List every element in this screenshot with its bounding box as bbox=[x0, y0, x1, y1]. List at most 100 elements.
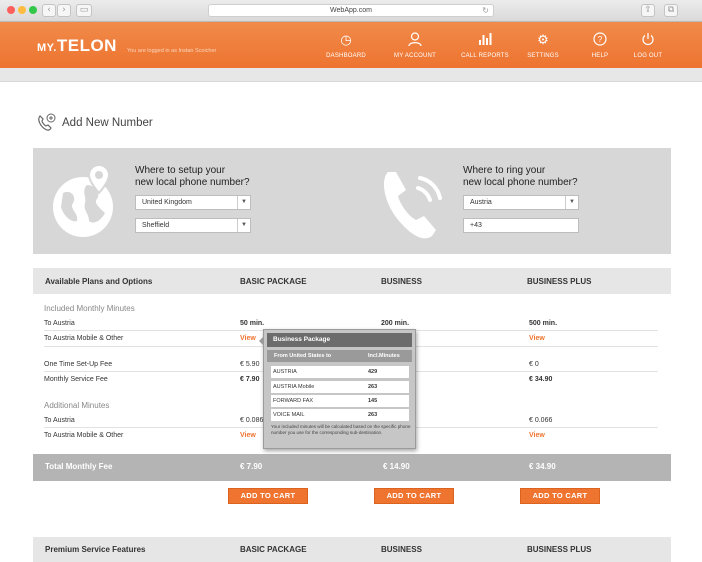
svg-text:?: ? bbox=[598, 35, 603, 44]
nav-label: SETTINGS bbox=[527, 53, 559, 59]
phone-add-icon bbox=[35, 112, 57, 134]
popover-row: VOICE MAIL 263 bbox=[271, 409, 409, 421]
nav-label: LOG OUT bbox=[633, 53, 663, 59]
row-label-add-to-austria: To Austria bbox=[44, 417, 75, 424]
plus-add-to-cart-button[interactable]: ADD TO CART bbox=[520, 488, 600, 504]
dashboard-icon: ◷ bbox=[340, 33, 352, 48]
total-bar bbox=[33, 454, 671, 481]
chevron-down-icon: ▼ bbox=[237, 219, 250, 232]
forward-icon[interactable]: › bbox=[57, 4, 71, 17]
popover-table-header: From United States to Incl.Minutes bbox=[267, 350, 412, 362]
login-info: You are logged in as Instan Scoicher bbox=[127, 48, 217, 54]
city-select[interactable]: Sheffield ▼ bbox=[135, 218, 251, 233]
user-icon bbox=[385, 32, 445, 49]
nav-label: MY ACCOUNT bbox=[394, 53, 436, 59]
logo-telon: TELON bbox=[56, 36, 117, 55]
popover-col-destination: From United States to bbox=[274, 353, 332, 359]
basic-add-mobile-view-link[interactable]: View bbox=[240, 432, 256, 439]
zoom-window-button[interactable] bbox=[29, 6, 37, 14]
browser-toolbar: ‹ › ▭ WebApp.com ↻ ⇪ ⧉ bbox=[0, 0, 702, 22]
popover-row-minutes: 429 bbox=[368, 369, 378, 375]
plans-title: Available Plans and Options bbox=[45, 277, 153, 286]
minimize-window-button[interactable] bbox=[18, 6, 26, 14]
popover-col-minutes: Incl.Minutes bbox=[368, 353, 400, 359]
nav-label: DASHBOARD bbox=[326, 53, 366, 59]
row-label-setup-fee: One Time Set-Up Fee bbox=[44, 361, 113, 368]
ring-question-line-2: new local phone number? bbox=[463, 177, 578, 188]
popover-note: Your included minutes will be calculated… bbox=[271, 424, 411, 435]
basic-mobile-view-link[interactable]: View bbox=[240, 335, 256, 342]
popover-row-destination: AUSTRIA bbox=[273, 369, 297, 375]
col-business-plus: BUSINESS PLUS bbox=[527, 277, 592, 286]
plus-monthly-fee: € 34.90 bbox=[529, 376, 553, 383]
reload-icon[interactable]: ↻ bbox=[482, 5, 489, 17]
included-minutes-title: Included Monthly Minutes bbox=[44, 304, 135, 313]
popover-row: FORWARD FAX 145 bbox=[271, 395, 409, 407]
plus-setup-fee: € 0 bbox=[529, 361, 539, 368]
total-label: Total Monthly Fee bbox=[45, 462, 113, 471]
chevron-down-icon: ▼ bbox=[237, 196, 250, 209]
premium-title: Premium Service Features bbox=[45, 545, 146, 554]
nav-settings[interactable]: ⚙ SETTINGS bbox=[513, 32, 573, 59]
plus-add-mobile-view-link[interactable]: View bbox=[529, 432, 545, 439]
basic-setup-fee: € 5.90 bbox=[240, 361, 260, 368]
address-bar[interactable]: WebApp.com ↻ bbox=[208, 4, 494, 17]
plus-minutes: 500 min. bbox=[529, 320, 558, 327]
plus-mobile-view-link[interactable]: View bbox=[529, 335, 545, 342]
close-window-button[interactable] bbox=[7, 6, 15, 14]
city-value: Sheffield bbox=[142, 222, 170, 229]
globe-pin-icon bbox=[49, 163, 121, 244]
phone-ringing-icon bbox=[378, 164, 448, 249]
gear-icon: ⚙ bbox=[537, 33, 549, 48]
basic-add-to-cart-button[interactable]: ADD TO CART bbox=[228, 488, 308, 504]
back-icon[interactable]: ‹ bbox=[42, 4, 56, 17]
country-select[interactable]: United Kingdom ▼ bbox=[135, 195, 251, 210]
popover-row-minutes: 263 bbox=[368, 384, 378, 390]
share-icon[interactable]: ⇪ bbox=[641, 4, 655, 17]
premium-col-business: BUSINESS bbox=[381, 545, 422, 554]
popover-row-minutes: 145 bbox=[368, 398, 378, 404]
popover-row-destination: FORWARD FAX bbox=[273, 398, 314, 404]
nav-call-reports[interactable]: CALL REPORTS bbox=[455, 32, 515, 59]
ring-prefix-field[interactable]: +43 bbox=[463, 218, 579, 233]
popover-row: AUSTRIA 429 bbox=[271, 366, 409, 378]
business-add-to-cart-button[interactable]: ADD TO CART bbox=[374, 488, 454, 504]
basic-add-austria: € 0.086 bbox=[240, 417, 264, 424]
tabs-icon[interactable]: ⧉ bbox=[664, 4, 678, 17]
ring-country-select[interactable]: Austria ▼ bbox=[463, 195, 579, 210]
business-total: € 14.90 bbox=[383, 462, 410, 471]
nav-log-out[interactable]: LOG OUT bbox=[618, 32, 678, 59]
row-label-to-austria: To Austria bbox=[44, 320, 75, 327]
logo-my: MY. bbox=[37, 42, 57, 54]
row-label-to-austria-mobile: To Austria Mobile & Other bbox=[44, 335, 124, 342]
ring-prefix-value: +43 bbox=[470, 222, 482, 229]
setup-question: Where to setup your new local phone numb… bbox=[135, 165, 250, 189]
additional-minutes-title: Additional Minutes bbox=[44, 401, 110, 410]
business-minutes: 200 min. bbox=[381, 320, 410, 327]
ring-question: Where to ring your new local phone numbe… bbox=[463, 165, 578, 189]
basic-total: € 7.90 bbox=[240, 462, 263, 471]
premium-col-basic: BASIC PACKAGE bbox=[240, 545, 307, 554]
ring-question-line-1: Where to ring your bbox=[463, 165, 546, 176]
popover-row: AUSTRIA Mobile 263 bbox=[271, 381, 409, 393]
row-label-add-to-austria-mobile: To Austria Mobile & Other bbox=[44, 432, 124, 439]
row-label-monthly-fee: Monthly Service Fee bbox=[44, 376, 108, 383]
setup-panel: Where to setup your new local phone numb… bbox=[33, 148, 671, 254]
plus-add-austria: € 0.066 bbox=[529, 417, 553, 424]
nav-dashboard[interactable]: ◷ DASHBOARD bbox=[316, 32, 376, 59]
popover-row-destination: AUSTRIA Mobile bbox=[273, 384, 315, 390]
setup-question-line-2: new local phone number? bbox=[135, 177, 250, 188]
logo[interactable]: MY.TELON bbox=[37, 36, 117, 56]
chevron-down-icon: ▼ bbox=[565, 196, 578, 209]
basic-minutes: 50 min. bbox=[240, 320, 265, 327]
plus-total: € 34.90 bbox=[529, 462, 556, 471]
sub-header-bar bbox=[0, 68, 702, 82]
col-business: BUSINESS bbox=[381, 277, 422, 286]
url-text: WebApp.com bbox=[330, 7, 372, 14]
bar-chart-icon bbox=[455, 32, 515, 49]
page-title: Add New Number bbox=[62, 117, 153, 129]
premium-col-business-plus: BUSINESS PLUS bbox=[527, 545, 592, 554]
popover-title: Business Package bbox=[267, 333, 412, 347]
nav-my-account[interactable]: MY ACCOUNT bbox=[385, 32, 445, 59]
sidebar-icon[interactable]: ▭ bbox=[76, 4, 92, 17]
